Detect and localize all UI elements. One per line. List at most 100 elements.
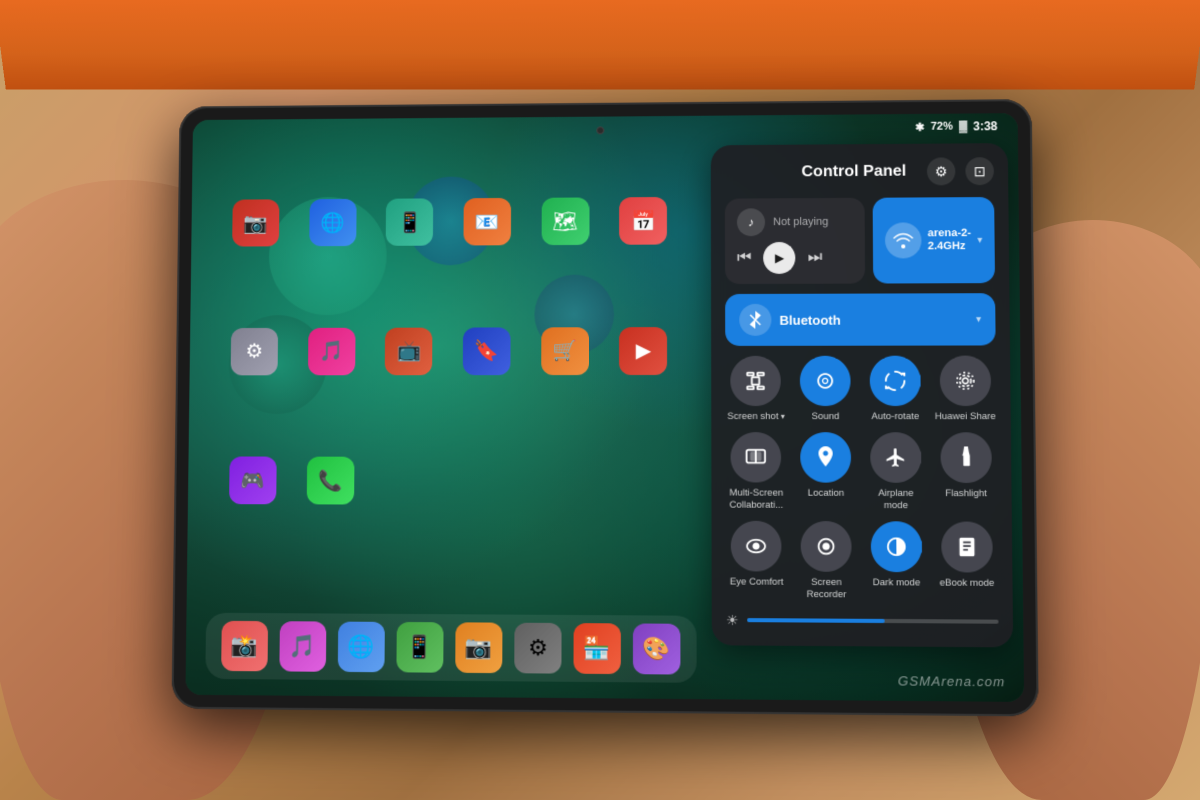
bluetooth-icon <box>739 304 771 336</box>
list-item[interactable]: 🎮 <box>227 455 279 507</box>
list-item[interactable]: 🔖 <box>461 325 513 377</box>
play-button[interactable]: ▶ <box>764 242 796 274</box>
huawei-share-icon <box>939 356 990 406</box>
dock-icon[interactable]: ⚙ <box>514 623 561 674</box>
tablet-device: ✱ 72% ▓ 3:38 📷 🌐 📱 📧 🗺 📅 ⚙ 🎵 📺 🔖 🛒 ▶ 🎮 <box>171 99 1038 716</box>
eye-comfort-icon <box>731 521 782 572</box>
dock-icon[interactable]: 🌐 <box>338 622 385 673</box>
location-icon <box>800 433 851 484</box>
ebook-mode-label: eBook mode <box>940 578 995 590</box>
ebook-mode-toggle[interactable]: eBook mode <box>935 522 998 602</box>
huawei-share-toggle[interactable]: Huawei Share <box>934 356 997 423</box>
tablet-screen: ✱ 72% ▓ 3:38 📷 🌐 📱 📧 🗺 📅 ⚙ 🎵 📺 🔖 🛒 ▶ 🎮 <box>185 113 1024 702</box>
location-symbol <box>817 447 835 469</box>
edit-icon: ⊡ <box>974 163 986 180</box>
dock-icon[interactable]: 🏪 <box>574 623 621 674</box>
auto-rotate-icon <box>869 356 920 406</box>
screen-recorder-symbol <box>815 535 837 557</box>
bluetooth-row: Bluetooth ▾ <box>725 293 996 346</box>
sound-icon <box>800 356 851 406</box>
dock-icon[interactable]: 📷 <box>455 622 502 673</box>
flashlight-label: Flashlight <box>945 488 987 500</box>
list-item[interactable]: 🌐 <box>307 197 358 248</box>
dark-mode-label: Dark mode <box>873 577 921 589</box>
ebook-mode-icon <box>941 522 993 573</box>
next-button[interactable]: ⏭ <box>808 249 823 267</box>
screen-recorder-toggle[interactable]: Screen Recorder <box>795 521 857 600</box>
dock-icon[interactable]: 🎨 <box>633 623 680 674</box>
airplane-toggle[interactable]: Airplane mode <box>865 433 927 512</box>
brightness-icon: ☀ <box>726 612 739 629</box>
media-player: ♪ Not playing ⏮ ▶ ⏭ <box>725 198 865 284</box>
auto-rotate-symbol <box>884 370 907 392</box>
list-item[interactable]: 📺 <box>383 325 435 377</box>
list-item[interactable]: ⚙ <box>229 326 280 377</box>
eye-comfort-toggle[interactable]: Eye Comfort <box>726 521 788 600</box>
wifi-info: arena-2- 2.4GHz <box>928 227 972 254</box>
auto-rotate-toggle[interactable]: Auto-rotate <box>864 356 926 423</box>
wifi-ssid: arena-2- <box>928 227 972 240</box>
battery-percentage: 72% <box>930 121 952 133</box>
play-icon: ▶ <box>775 251 784 265</box>
screenshot-label: Screen shot <box>727 411 784 422</box>
list-item[interactable]: 📅 <box>617 195 669 247</box>
multiscreen-icon <box>731 433 782 483</box>
dock-icon[interactable]: 🎵 <box>279 621 326 672</box>
airplane-icon <box>870 433 921 484</box>
media-wifi-section: ♪ Not playing ⏮ ▶ ⏭ <box>725 197 995 284</box>
sound-toggle[interactable]: Sound <box>795 356 857 423</box>
wifi-chevron-icon: ▾ <box>977 235 982 246</box>
huawei-share-symbol <box>954 370 977 392</box>
list-item[interactable]: 📱 <box>384 196 435 247</box>
eye-symbol <box>745 538 767 554</box>
list-item[interactable]: 📷 <box>230 197 281 248</box>
dark-mode-icon <box>871 521 922 572</box>
flashlight-symbol <box>957 447 974 469</box>
wifi-signal-icon <box>893 232 913 248</box>
list-item[interactable]: 🛒 <box>539 325 591 377</box>
ebook-symbol <box>956 536 977 558</box>
battery-icon: ▓ <box>959 120 967 132</box>
brightness-track[interactable] <box>747 619 999 625</box>
control-panel-header: Control Panel ⚙ ⊡ <box>725 157 994 187</box>
prev-button[interactable]: ⏮ <box>737 249 752 267</box>
screenshot-icon <box>731 356 782 406</box>
dock-icon[interactable]: 📸 <box>221 621 268 671</box>
flashlight-toggle[interactable]: Flashlight <box>935 433 998 512</box>
screenshot-toggle[interactable]: Screen shot <box>725 356 786 423</box>
media-controls: ⏮ ▶ ⏭ <box>737 242 853 274</box>
wifi-icon <box>885 222 922 258</box>
screen-recorder-label: Screen Recorder <box>795 577 857 600</box>
media-status: Not playing <box>773 216 828 228</box>
list-item[interactable]: 📞 <box>304 455 356 507</box>
toggles-row-2: Multi-Screen Collaborati... Location <box>725 432 997 511</box>
list-item[interactable]: ▶ <box>617 325 669 377</box>
control-panel-title: Control Panel <box>781 163 927 182</box>
brightness-row: ☀ <box>726 610 999 633</box>
airplane-symbol <box>884 447 907 469</box>
location-toggle[interactable]: Location <box>795 433 857 512</box>
music-icon: ♪ <box>737 208 765 236</box>
toggles-row-3: Eye Comfort Screen Recorder <box>726 521 999 601</box>
multiscreen-toggle[interactable]: Multi-Screen Collaborati... <box>725 432 787 511</box>
list-item[interactable]: 🗺 <box>539 195 591 247</box>
control-panel: Control Panel ⚙ ⊡ ♪ <box>711 143 1013 647</box>
settings-button[interactable]: ⚙ <box>927 157 956 185</box>
status-bar: ✱ 72% ▓ 3:38 <box>915 119 997 134</box>
huawei-share-label: Huawei Share <box>935 411 996 423</box>
airplane-label: Airplane mode <box>865 488 927 511</box>
multiscreen-symbol <box>745 447 767 469</box>
list-item[interactable]: 🎵 <box>306 325 358 376</box>
auto-rotate-label: Auto-rotate <box>871 411 919 423</box>
dock-icon[interactable]: 📱 <box>396 622 443 673</box>
app-grid: 📷 🌐 📱 📧 🗺 📅 ⚙ 🎵 📺 🔖 🛒 ▶ 🎮 📞 <box>206 175 706 598</box>
clock-time: 3:38 <box>973 119 998 133</box>
front-camera <box>596 126 604 134</box>
list-item[interactable]: 📧 <box>461 196 513 248</box>
bluetooth-tile[interactable]: Bluetooth ▾ <box>725 293 996 346</box>
bluetooth-symbol-icon <box>748 310 762 330</box>
wifi-tile[interactable]: arena-2- 2.4GHz ▾ <box>873 197 995 284</box>
edit-button[interactable]: ⊡ <box>965 157 994 185</box>
dark-mode-toggle[interactable]: Dark mode <box>865 521 928 600</box>
flashlight-icon <box>940 433 992 484</box>
